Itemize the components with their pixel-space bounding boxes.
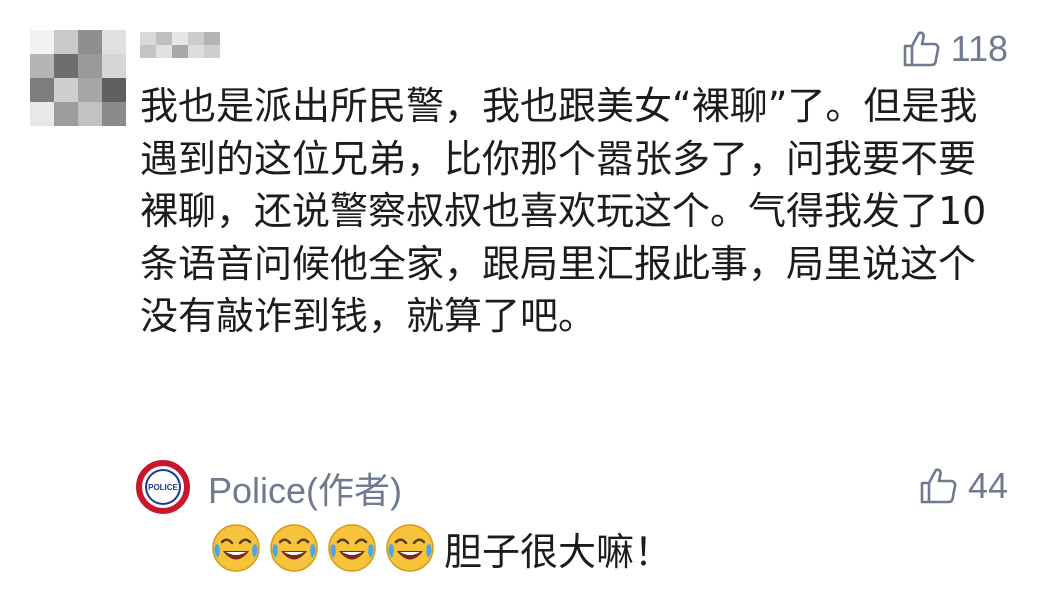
thumbs-up-icon bbox=[903, 31, 939, 67]
blur-pixel bbox=[172, 32, 188, 45]
blur-pixel bbox=[204, 32, 220, 45]
blur-pixel bbox=[30, 30, 54, 54]
reply-author-name[interactable]: Police(作者) bbox=[208, 462, 402, 514]
blur-pixel bbox=[54, 78, 78, 102]
laughing-crying-emoji-icon bbox=[386, 524, 434, 572]
blur-pixel bbox=[54, 30, 78, 54]
blur-pixel bbox=[54, 54, 78, 78]
blur-pixel bbox=[54, 102, 78, 126]
blur-pixel bbox=[188, 32, 204, 45]
police-avatar[interactable]: POLICE bbox=[136, 460, 190, 514]
blur-pixel bbox=[78, 54, 102, 78]
reply-like-count: 44 bbox=[967, 465, 1008, 506]
blur-pixel bbox=[102, 102, 126, 126]
reply-content: 胆子很大嘛！ bbox=[210, 520, 672, 576]
blur-pixel bbox=[140, 45, 156, 58]
blur-pixel bbox=[102, 30, 126, 54]
reply-like-button[interactable]: 44 bbox=[918, 465, 1008, 507]
comment-like-count: 118 bbox=[950, 28, 1008, 69]
laughing-crying-emoji-icon bbox=[328, 524, 376, 572]
blur-pixel bbox=[78, 78, 102, 102]
blur-pixel bbox=[30, 54, 54, 78]
emoji-row bbox=[210, 522, 442, 574]
blur-pixel bbox=[78, 102, 102, 126]
laughing-crying-emoji-icon bbox=[212, 524, 260, 572]
blur-pixel bbox=[102, 78, 126, 102]
blur-pixel bbox=[30, 78, 54, 102]
police-badge-logo: POLICE bbox=[145, 469, 181, 505]
comment-like-button[interactable]: 118 bbox=[901, 28, 1008, 70]
blur-pixel bbox=[140, 32, 156, 45]
blur-pixel bbox=[172, 45, 188, 58]
reply-text: 胆子很大嘛！ bbox=[444, 529, 673, 574]
thumbs-up-icon bbox=[920, 468, 957, 504]
blur-pixel bbox=[156, 45, 172, 58]
blur-pixel bbox=[204, 45, 220, 58]
blur-pixel bbox=[78, 30, 102, 54]
commenter-name-blurred[interactable] bbox=[140, 32, 220, 58]
laughing-crying-emoji-icon bbox=[270, 524, 318, 572]
blur-pixel bbox=[188, 45, 204, 58]
commenter-avatar-blurred[interactable] bbox=[30, 30, 126, 126]
comment-text: 我也是派出所民警，我也跟美女“裸聊”了。但是我遇到的这位兄弟，比你那个嚣张多了，… bbox=[140, 84, 987, 338]
blur-pixel bbox=[102, 54, 126, 78]
blur-pixel bbox=[30, 102, 54, 126]
blur-pixel bbox=[156, 32, 172, 45]
